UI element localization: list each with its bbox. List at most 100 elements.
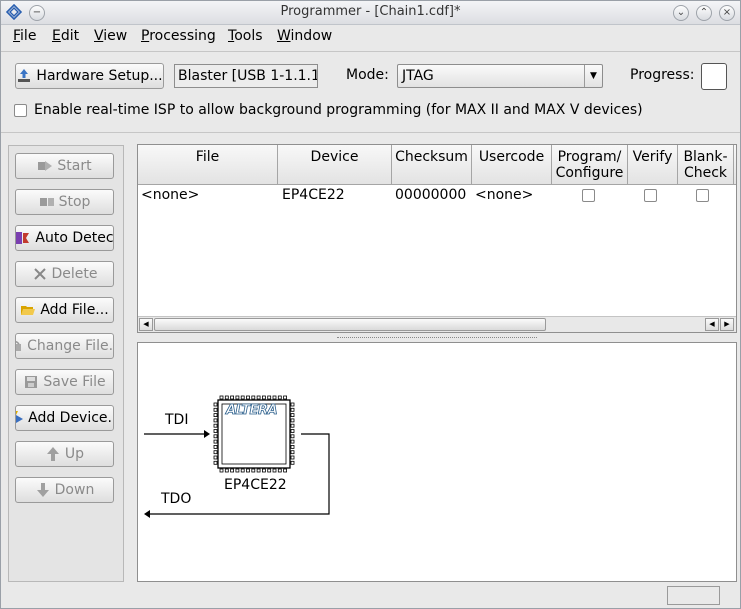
add-device-icon [16, 410, 24, 426]
save-file-button[interactable]: Save File [15, 369, 114, 395]
column-header-program-configure[interactable]: Program/ Configure [552, 145, 628, 185]
menu-edit[interactable]: Edit [52, 28, 79, 44]
column-header-verify[interactable]: Verify [628, 145, 678, 185]
chip-pin [213, 460, 218, 465]
menu-file[interactable]: File [13, 28, 36, 44]
chip-pin [235, 468, 240, 473]
up-button[interactable]: Up [15, 441, 114, 467]
isp-label: Enable real-time ISP to allow background… [34, 102, 643, 118]
cell-file: <none> [141, 187, 200, 203]
arrow-down-icon [35, 482, 51, 498]
chip-pin [267, 395, 272, 400]
chip-pin [235, 395, 240, 400]
add-device-button[interactable]: Add Device... [15, 405, 114, 431]
hardware-value-field: Blaster [USB 1-1.1.1] [174, 64, 318, 88]
hardware-setup-icon [16, 68, 32, 84]
change-file-button[interactable]: Change File... [15, 333, 114, 359]
chip-pin [290, 407, 295, 412]
column-header-usercode[interactable]: Usercode [472, 145, 552, 185]
chip-pin [219, 468, 224, 473]
cell-device: EP4CE22 [282, 187, 345, 203]
chip-pin [272, 468, 277, 473]
stop-icon [39, 194, 55, 210]
menu-window[interactable]: Window [277, 28, 332, 44]
chip-pin [290, 402, 295, 407]
column-header-device[interactable]: Device [278, 145, 392, 185]
chip-pin [246, 468, 250, 473]
change-file-icon [16, 338, 23, 354]
tdi-arrow [144, 430, 210, 438]
chip-pin [213, 418, 218, 423]
chip-pin [290, 460, 295, 465]
scrollbar-thumb[interactable] [154, 318, 546, 331]
pane-splitter[interactable] [137, 335, 737, 341]
scroll-left-end-icon[interactable]: ◀ [705, 318, 719, 331]
auto-detect-button[interactable]: Auto Detec [15, 225, 114, 251]
start-button[interactable]: Start [15, 153, 114, 179]
close-icon[interactable]: × [719, 5, 735, 21]
chip-pin [213, 402, 218, 407]
scroll-left-icon[interactable]: ◀ [139, 318, 153, 331]
chip-pin [272, 395, 277, 400]
column-header-blank-check[interactable]: Blank- Check [678, 145, 734, 185]
scroll-right-icon[interactable]: ▶ [720, 318, 734, 331]
menu-tools[interactable]: Tools [228, 28, 263, 44]
jtag-chain-diagram: TDI ALTERA EP4CE22 TDO [137, 342, 737, 582]
down-button[interactable]: Down [15, 477, 114, 503]
chip-pin [224, 468, 229, 473]
menu-processing[interactable]: Processing [141, 28, 216, 44]
delete-icon [32, 266, 48, 282]
chip-pin [290, 429, 295, 433]
chip-pin [290, 455, 295, 460]
column-header-checksum[interactable]: Checksum [392, 145, 472, 185]
chip-pin [262, 468, 266, 473]
title-bar: − Programmer - [Chain1.cdf]* ⌄ ⌃ × [1, 1, 740, 25]
chip-pin [224, 395, 229, 400]
cell-checksum: 00000000 [395, 187, 467, 203]
chip-pin [213, 429, 218, 433]
program-configure-checkbox[interactable] [582, 189, 595, 202]
chip-device-label: EP4CE22 [224, 477, 287, 493]
chip-pin [230, 468, 234, 473]
maximize-icon[interactable]: ⌃ [696, 5, 712, 21]
auto-detect-icon [16, 230, 31, 246]
horizontal-scrollbar[interactable]: ◀ ◀ ▶ [138, 316, 736, 332]
tdi-label: TDI [165, 412, 189, 428]
progress-indicator [701, 63, 727, 90]
chip-pin [219, 395, 224, 400]
altera-logo: ALTERA [226, 403, 278, 419]
chip-pin [290, 413, 295, 417]
chip-pin [290, 418, 295, 423]
column-header-overflow [734, 145, 736, 185]
chip-pin [246, 395, 250, 400]
minimize-icon[interactable]: ⌄ [673, 5, 689, 21]
mode-select[interactable]: JTAG ▼ [397, 64, 603, 88]
chip-pin [267, 468, 272, 473]
chevron-down-icon: ▼ [584, 65, 602, 87]
chip-pin [230, 395, 234, 400]
chip-pin [290, 450, 295, 455]
chip-pin [256, 468, 261, 473]
chip-pin [290, 423, 295, 428]
menu-divider [1, 51, 740, 52]
chip-pin [290, 434, 295, 439]
chip-pin [213, 450, 218, 455]
chip-pin [283, 395, 288, 400]
menu-bar: File Edit View Processing Tools Window [1, 26, 740, 50]
device-table: File Device Checksum Usercode Program/ C… [137, 144, 737, 333]
stop-button[interactable]: Stop [15, 189, 114, 215]
chip-pin [290, 439, 295, 444]
chip-pin [277, 468, 282, 473]
verify-checkbox[interactable] [644, 189, 657, 202]
column-header-file[interactable]: File [138, 145, 278, 185]
chip-pin [283, 468, 288, 473]
chip-pin [240, 395, 245, 400]
isp-checkbox[interactable] [14, 104, 27, 117]
add-file-button[interactable]: Add File... [15, 297, 114, 323]
hardware-setup-button[interactable]: Hardware Setup... [15, 63, 164, 89]
menu-view[interactable]: View [94, 28, 127, 44]
chip-pin [213, 407, 218, 412]
blank-check-checkbox[interactable] [696, 189, 709, 202]
chip-pin [213, 434, 218, 439]
delete-button[interactable]: Delete [15, 261, 114, 287]
